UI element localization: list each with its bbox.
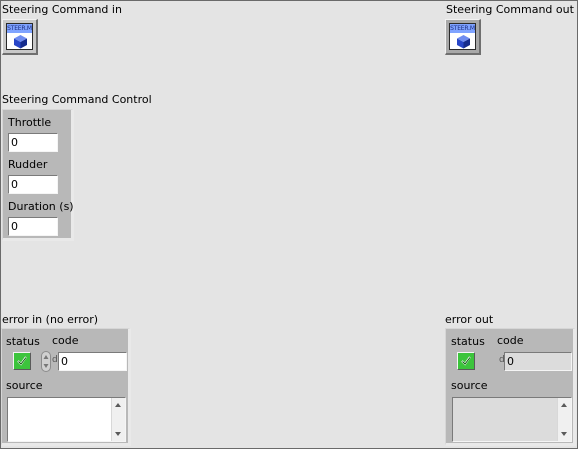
scroll-down-icon[interactable] <box>115 432 121 436</box>
duration-label: Duration (s) <box>8 200 74 213</box>
steering-command-in-refnum[interactable]: STEER.M <box>2 19 38 55</box>
code-label: code <box>52 334 79 347</box>
radix-indicator: d <box>52 355 58 365</box>
cube-icon <box>14 35 27 49</box>
checkmark-icon <box>17 356 27 366</box>
code-indicator: 0 <box>504 352 572 371</box>
error-in-cluster: status code d 0 source <box>1 328 131 446</box>
vertical-scrollbar[interactable] <box>557 398 571 441</box>
steering-command-control-cluster: Throttle 0 Rudder 0 Duration (s) 0 <box>2 109 74 241</box>
class-icon: STEER.M <box>6 23 33 50</box>
scroll-down-icon[interactable] <box>561 432 567 436</box>
code-label: code <box>497 334 524 347</box>
error-in-label: error in (no error) <box>2 313 99 326</box>
class-name-text: STEER.M <box>450 24 475 33</box>
code-increment-decrement[interactable] <box>41 351 51 372</box>
throttle-label: Throttle <box>8 116 52 129</box>
error-out-cluster: status code d 0 source <box>445 328 576 446</box>
status-label: status <box>451 335 485 348</box>
duration-input[interactable]: 0 <box>8 217 58 236</box>
rudder-label: Rudder <box>8 158 48 171</box>
status-label: status <box>6 335 40 348</box>
status-led[interactable] <box>13 352 31 370</box>
steering-command-in-label: Steering Command in <box>2 3 122 16</box>
status-led <box>457 352 475 370</box>
class-icon: STEER.M <box>449 23 476 50</box>
source-label: source <box>6 379 43 392</box>
cube-icon <box>457 35 470 49</box>
steering-command-control-label: Steering Command Control <box>2 93 152 106</box>
scroll-up-icon[interactable] <box>561 403 567 407</box>
source-textbox[interactable] <box>7 397 126 442</box>
steering-command-out-label: Steering Command out <box>446 3 574 16</box>
source-label: source <box>451 379 488 392</box>
class-name-text: STEER.M <box>7 24 32 33</box>
vertical-scrollbar[interactable] <box>111 398 125 441</box>
spinner-arrows-icon <box>43 355 49 368</box>
steering-command-out-refnum[interactable]: STEER.M <box>445 19 481 55</box>
source-indicator <box>452 397 572 442</box>
rudder-input[interactable]: 0 <box>8 175 58 194</box>
throttle-input[interactable]: 0 <box>8 133 58 152</box>
checkmark-icon <box>461 356 471 366</box>
error-out-label: error out <box>445 313 494 326</box>
scroll-up-icon[interactable] <box>115 403 121 407</box>
code-input[interactable]: 0 <box>58 352 127 371</box>
